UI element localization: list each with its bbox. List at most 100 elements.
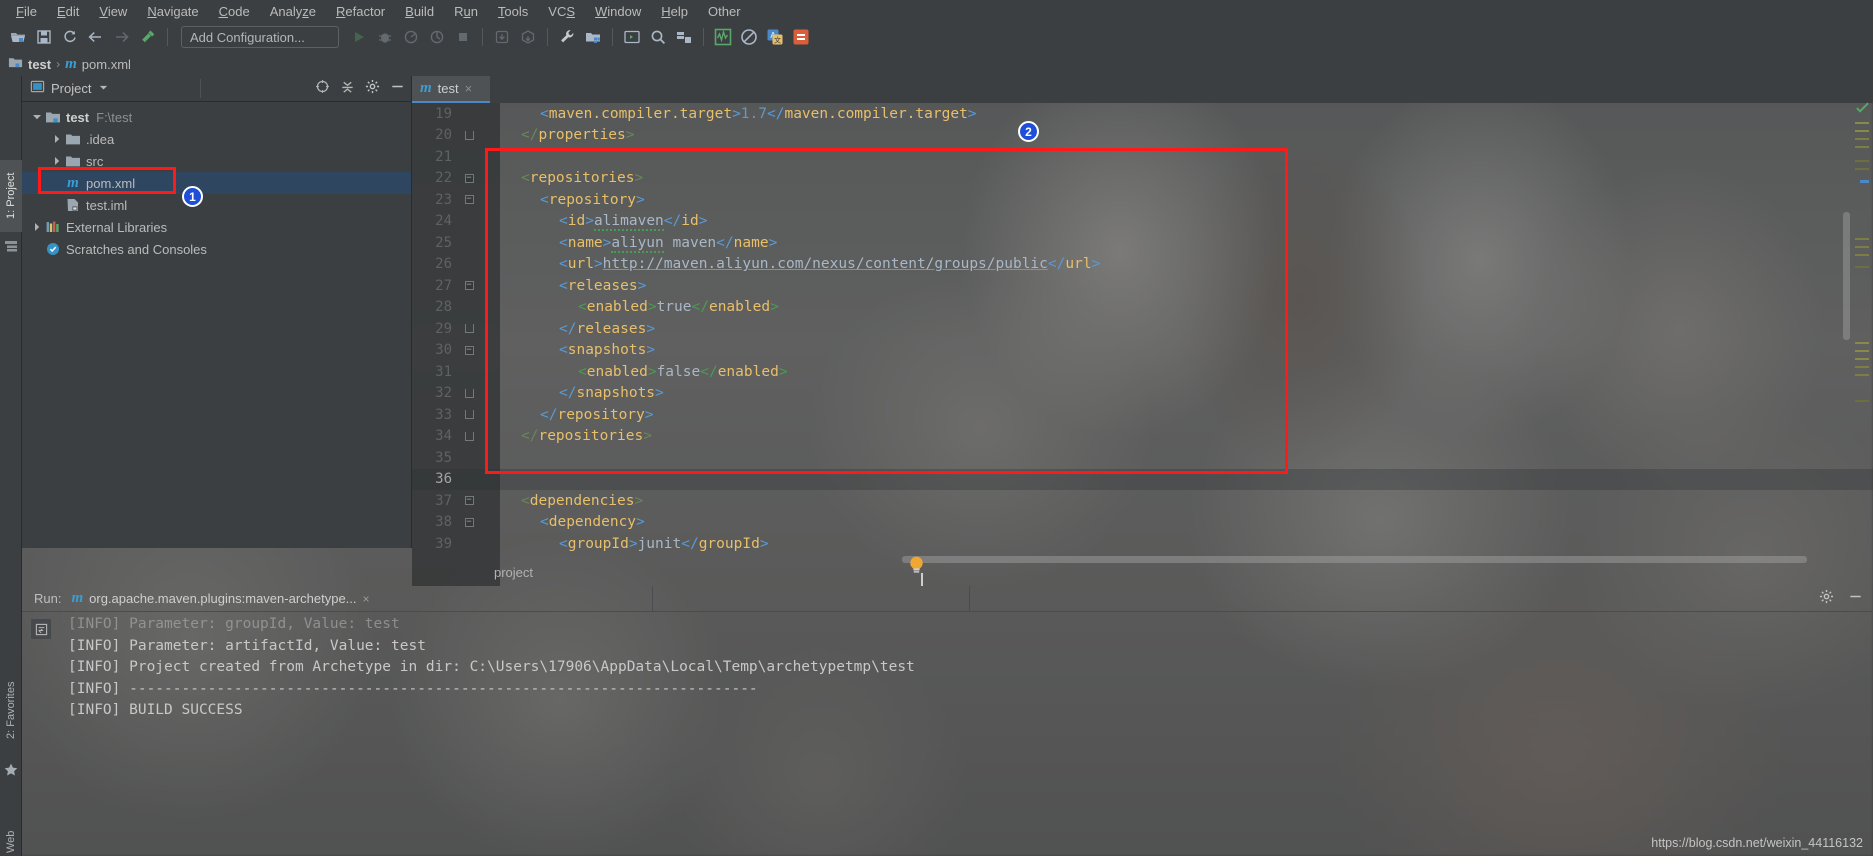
fold-marker-start[interactable]: − [458, 496, 480, 506]
collapse-all-icon[interactable] [340, 79, 355, 99]
open-folder-icon[interactable] [6, 25, 30, 49]
fold-marker-end[interactable] [458, 130, 480, 140]
structure-icon[interactable] [3, 238, 19, 254]
code-line-35[interactable]: 35 [412, 447, 1873, 469]
fold-marker-start[interactable]: − [458, 517, 480, 527]
editor-vertical-scrollbar[interactable] [1843, 212, 1850, 340]
tree-node--idea[interactable]: .idea [22, 128, 411, 150]
console-output[interactable]: [INFO] Parameter: groupId, Value: test [I… [22, 612, 1873, 724]
fold-marker-end[interactable] [458, 388, 480, 398]
code-line-37[interactable]: 37− <dependencies> [412, 490, 1873, 512]
code-line-19[interactable]: 19 <maven.compiler.target>1.7</maven.comp… [412, 103, 1873, 125]
update-project-icon[interactable] [490, 25, 514, 49]
gear-icon[interactable] [365, 79, 380, 99]
analysis-marker-stripe[interactable] [1851, 100, 1873, 552]
code-line-24[interactable]: 24 <id>alimaven</id> [412, 211, 1873, 233]
menu-item-run[interactable]: Run [444, 2, 488, 21]
run-icon[interactable] [347, 25, 371, 49]
sogou-icon[interactable] [789, 25, 813, 49]
breadcrumb-project[interactable]: test [8, 55, 51, 73]
sidebar-tab-favorites[interactable]: 2: Favorites [0, 664, 22, 756]
fold-marker-start[interactable]: − [458, 195, 480, 205]
code-editor[interactable]: 19 <maven.compiler.target>1.7</maven.comp… [412, 103, 1873, 586]
code-line-38[interactable]: 38− <dependency> [412, 512, 1873, 534]
debug-icon[interactable] [373, 25, 397, 49]
terminal-icon[interactable] [620, 25, 644, 49]
menu-item-tools[interactable]: Tools [488, 2, 538, 21]
no-entry-icon[interactable] [737, 25, 761, 49]
translate-icon[interactable]: A文 [763, 25, 787, 49]
forward-arrow-icon[interactable] [110, 25, 134, 49]
menu-item-window[interactable]: Window [585, 2, 651, 21]
code-line-25[interactable]: 25 <name>aliyun maven</name> [412, 232, 1873, 254]
scroll-from-source-icon[interactable] [315, 79, 330, 99]
editor-tab-test[interactable]: m test × [412, 76, 490, 103]
settings-wrench-icon[interactable] [555, 25, 579, 49]
code-line-27[interactable]: 27− <releases> [412, 275, 1873, 297]
back-arrow-icon[interactable] [84, 25, 108, 49]
gear-icon[interactable] [1819, 589, 1834, 609]
code-line-34[interactable]: 34 </repositories> [412, 426, 1873, 448]
tree-node-src[interactable]: src [22, 150, 411, 172]
run-tab[interactable]: m org.apache.maven.plugins:maven-archety… [71, 591, 370, 607]
stop-icon[interactable] [451, 25, 475, 49]
close-icon[interactable]: × [363, 592, 370, 606]
search-everywhere-icon[interactable] [646, 25, 670, 49]
menu-item-analyze[interactable]: Analyze [260, 2, 326, 21]
close-icon[interactable]: × [465, 82, 473, 95]
code-line-29[interactable]: 29 </releases> [412, 318, 1873, 340]
menu-item-refactor[interactable]: Refactor [326, 2, 395, 21]
code-line-39[interactable]: 39 <groupId>junit</groupId> [412, 533, 1873, 555]
database-icon[interactable] [672, 25, 696, 49]
menu-item-build[interactable]: Build [395, 2, 444, 21]
editor-breadcrumb[interactable]: project [412, 560, 1873, 584]
fold-marker-end[interactable] [458, 410, 480, 420]
menu-item-help[interactable]: Help [651, 2, 698, 21]
menu-item-other[interactable]: Other [698, 2, 751, 21]
soft-wrap-icon[interactable] [30, 618, 52, 640]
save-all-icon[interactable] [32, 25, 56, 49]
fold-marker-end[interactable] [458, 431, 480, 441]
run-with-coverage-icon[interactable] [399, 25, 423, 49]
menu-item-view[interactable]: View [89, 2, 137, 21]
fold-marker-start[interactable]: − [458, 281, 480, 291]
menu-item-vcs[interactable]: VCS [538, 2, 585, 21]
code-line-36[interactable]: 36 [412, 468, 1873, 490]
hide-panel-icon[interactable] [390, 79, 405, 99]
star-icon[interactable] [3, 762, 19, 778]
breadcrumb-file[interactable]: m pom.xml [65, 56, 131, 72]
fold-marker-start[interactable]: − [458, 173, 480, 183]
code-line-33[interactable]: 33 </repository> [412, 404, 1873, 426]
code-line-30[interactable]: 30− <snapshots> [412, 340, 1873, 362]
tree-node-test-iml[interactable]: test.iml [22, 194, 411, 216]
sidebar-tab-project[interactable]: 1: Project [0, 160, 22, 232]
sync-refresh-icon[interactable] [58, 25, 82, 49]
menu-item-code[interactable]: Code [209, 2, 260, 21]
code-line-32[interactable]: 32 </snapshots> [412, 383, 1873, 405]
sidebar-tab-web[interactable]: Web [0, 818, 22, 856]
code-line-23[interactable]: 23− <repository> [412, 189, 1873, 211]
chevron-down-icon[interactable] [30, 112, 44, 122]
tree-node-scratches-and-consoles[interactable]: Scratches and Consoles [22, 238, 411, 260]
chevron-right-icon[interactable] [50, 134, 64, 144]
project-structure-icon[interactable] [581, 25, 605, 49]
code-line-31[interactable]: 31 <enabled>false</enabled> [412, 361, 1873, 383]
code-line-21[interactable]: 21 [412, 146, 1873, 168]
chevron-right-icon[interactable] [30, 222, 44, 232]
fold-marker-start[interactable]: − [458, 345, 480, 355]
profile-icon[interactable] [425, 25, 449, 49]
menu-item-navigate[interactable]: Navigate [137, 2, 208, 21]
menu-item-edit[interactable]: Edit [47, 2, 89, 21]
code-line-28[interactable]: 28 <enabled>true</enabled> [412, 297, 1873, 319]
fold-marker-end[interactable] [458, 324, 480, 334]
chevron-right-icon[interactable] [50, 156, 64, 166]
tree-node-external-libraries[interactable]: External Libraries [22, 216, 411, 238]
menu-item-file[interactable]: File [6, 2, 47, 21]
chevron-down-icon[interactable] [98, 80, 109, 98]
commit-icon[interactable] [516, 25, 540, 49]
code-line-26[interactable]: 26 <url>http://maven.aliyun.com/nexus/con… [412, 254, 1873, 276]
activity-monitor-icon[interactable] [711, 25, 735, 49]
hide-panel-icon[interactable] [1848, 589, 1863, 609]
run-configuration-selector[interactable]: Add Configuration... [181, 26, 339, 48]
build-hammer-icon[interactable] [136, 25, 160, 49]
